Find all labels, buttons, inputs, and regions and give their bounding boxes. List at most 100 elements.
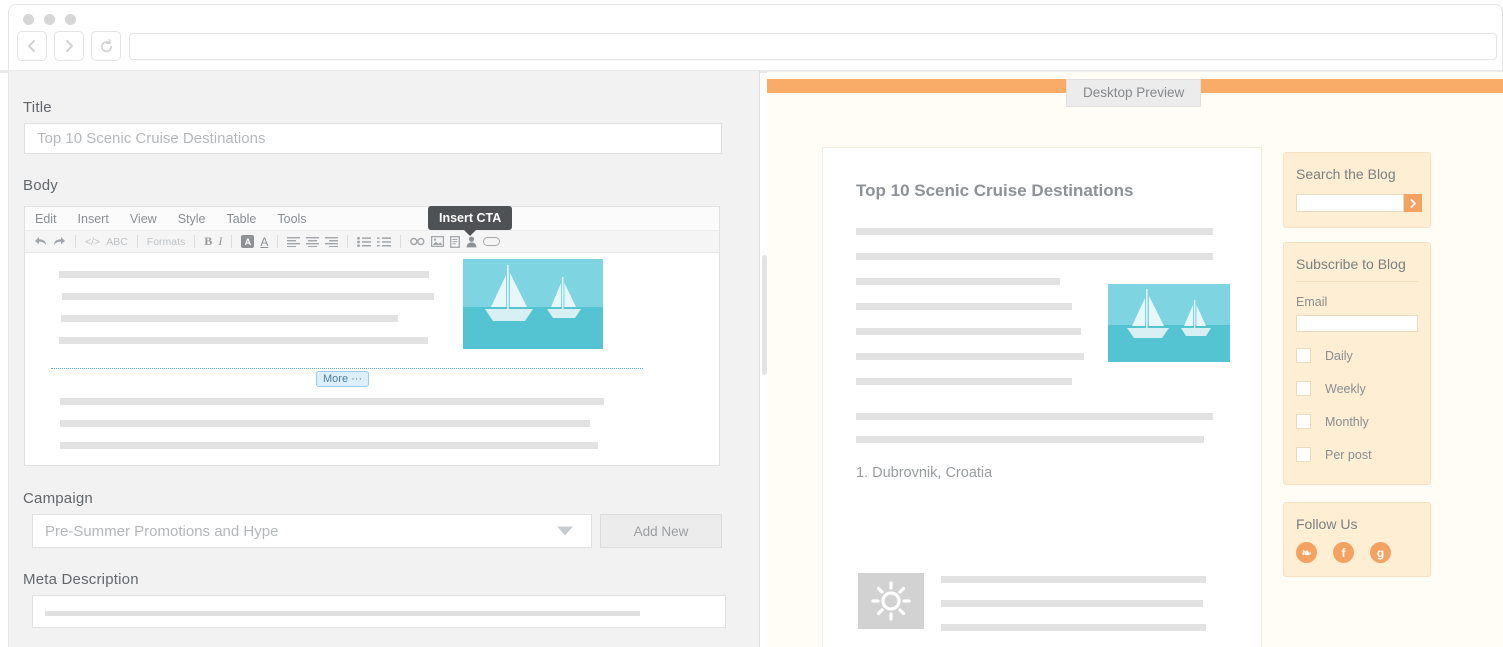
desktop-preview-tab[interactable]: Desktop Preview [1066,79,1202,107]
text-highlight-icon[interactable]: A [241,235,255,248]
formats-dropdown[interactable]: Formats [147,234,186,250]
spellcheck-icon[interactable]: ABC [106,234,128,250]
reload-button[interactable] [91,31,121,61]
close-window-dot[interactable] [23,14,34,25]
forward-button[interactable] [54,31,84,61]
sun-thumbnail-icon [858,573,924,629]
follow-us-widget: Follow Us ❧ f g [1283,502,1431,577]
sailboat-shapes [485,265,581,321]
address-bar[interactable] [129,33,1497,60]
meta-description-label: Meta Description [23,571,139,588]
campaign-selected-value: Pre-Summer Promotions and Hype [45,522,279,540]
menu-view[interactable]: View [130,212,157,226]
checkbox-monthly[interactable] [1296,414,1311,429]
browser-nav-row [17,31,121,61]
more-chip[interactable]: More ··· [316,371,370,387]
text-color-icon[interactable]: A [260,234,268,250]
search-blog-title: Search the Blog [1296,166,1396,182]
italic-icon[interactable]: I [218,234,222,250]
subscribe-option-label: Monthly [1325,414,1369,429]
rich-text-editor: Edit Insert View Style Table Tools </> A… [24,206,720,466]
subscribe-option-label: Per post [1325,447,1372,462]
toolbar-divider [75,235,76,248]
widget-divider [1296,281,1418,282]
preview-line [856,378,1072,385]
align-center-icon[interactable] [306,234,320,250]
link-icon[interactable] [410,234,425,250]
minimize-window-dot[interactable] [44,14,55,25]
menu-style[interactable]: Style [178,212,206,226]
subscribe-option-weekly[interactable]: Weekly [1296,381,1366,396]
menu-edit[interactable]: Edit [35,212,57,226]
app-root: Title Top 10 Scenic Cruise Destinations … [0,0,1503,647]
subscribe-option-per-post[interactable]: Per post [1296,447,1372,462]
search-submit-button[interactable] [1404,194,1422,212]
facebook-icon[interactable]: f [1333,542,1354,563]
browser-chrome [8,4,1503,70]
follow-us-title: Follow Us [1296,516,1358,532]
subscribe-blog-widget: Subscribe to Blog Email Daily Weekly Mon… [1283,242,1431,485]
sun-icon [871,581,911,621]
content-placeholder-line [60,442,598,449]
bold-icon[interactable]: B [204,234,212,250]
back-button[interactable] [17,31,47,61]
toolbar-divider [277,235,279,248]
bullet-list-icon[interactable] [357,234,372,250]
window-controls[interactable] [23,14,76,25]
preview-line [941,624,1206,631]
align-right-icon[interactable] [325,234,339,250]
content-placeholder-line [62,293,434,300]
add-new-campaign-button[interactable]: Add New [600,514,722,548]
redo-icon[interactable] [53,234,66,250]
preview-line [856,413,1213,420]
menu-tools[interactable]: Tools [277,212,306,226]
preview-line [856,303,1072,310]
preview-article-title: Top 10 Scenic Cruise Destinations [856,181,1134,200]
preview-article-card: Top 10 Scenic Cruise Destinations 1. Dub… [822,147,1262,647]
search-blog-widget: Search the Blog [1283,152,1431,228]
align-left-icon[interactable] [287,234,301,250]
undo-icon[interactable] [34,234,47,250]
editor-content-area[interactable]: More ··· [25,253,719,465]
maximize-window-dot[interactable] [65,14,76,25]
menu-insert[interactable]: Insert [78,212,109,226]
sailboat-image[interactable] [463,259,603,349]
subscribe-option-monthly[interactable]: Monthly [1296,414,1369,429]
insert-cta-icon[interactable] [483,237,501,246]
meta-description-input[interactable] [32,595,726,628]
preview-line [856,436,1204,443]
chevron-down-icon [557,526,573,536]
title-input[interactable]: Top 10 Scenic Cruise Destinations [24,123,722,154]
sailboat-shapes [1127,289,1211,338]
search-input[interactable] [1296,194,1404,212]
checkbox-weekly[interactable] [1296,381,1311,396]
campaign-select[interactable]: Pre-Summer Promotions and Hype [32,514,592,548]
arrow-right-icon [1410,198,1416,208]
checkbox-daily[interactable] [1296,348,1311,363]
numbered-list-icon[interactable] [377,234,392,250]
source-code-icon[interactable]: </> [85,234,100,250]
twitter-icon[interactable]: ❧ [1296,542,1317,563]
checkbox-per-post[interactable] [1296,447,1311,462]
preview-sailboat-image [1108,284,1230,362]
campaign-label: Campaign [23,490,93,507]
preview-line [856,328,1081,335]
google-plus-icon[interactable]: g [1370,542,1391,563]
body-label: Body [23,177,58,194]
editor-menubar: Edit Insert View Style Table Tools [25,207,719,231]
subscribe-option-daily[interactable]: Daily [1296,348,1353,363]
insert-cta-tooltip: Insert CTA [428,206,513,230]
toolbar-divider [231,235,233,248]
content-placeholder-line [60,398,604,405]
preview-line [856,353,1084,360]
meta-placeholder-line [45,611,640,616]
email-field[interactable] [1296,315,1418,332]
title-label: Title [23,99,52,116]
document-icon[interactable] [450,234,461,250]
menu-table[interactable]: Table [226,212,256,226]
preview-line [856,278,1060,285]
toolbar-divider [400,235,402,248]
image-icon[interactable] [431,234,445,250]
chevron-right-icon [66,40,73,52]
subscribe-option-label: Daily [1325,348,1353,363]
